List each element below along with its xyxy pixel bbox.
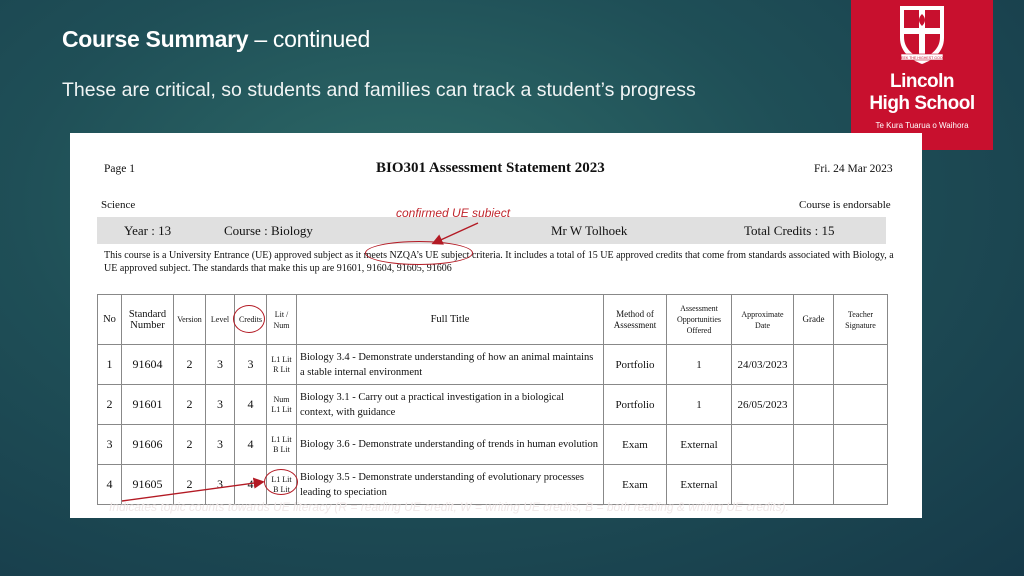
endorsable-note: Course is endorsable: [799, 199, 891, 211]
cell-no: 4: [97, 464, 122, 505]
cell-level: 3: [205, 384, 235, 425]
cell-no: 3: [97, 424, 122, 465]
table-row: 3 91606 2 3 4 L1 Lit B Lit Biology 3.6 - …: [97, 424, 888, 465]
course-name: Course : Biology: [224, 223, 313, 238]
course-info-bar: Year : 13 Course : Biology Mr W Tolhoek …: [97, 217, 886, 244]
cell-credits: 4: [234, 424, 267, 465]
header-approx-date: Approximate Date: [731, 294, 794, 345]
logo-tagline: Te Kura Tuarua o Waihora: [875, 121, 969, 130]
cell-level: 3: [205, 424, 235, 465]
cell-opportunities: External: [666, 464, 732, 505]
header-opportunities: Assessment Opportunities Offered: [666, 294, 732, 345]
cell-version: 2: [173, 384, 206, 425]
cell-version: 2: [173, 464, 206, 505]
total-credits: Total Credits : 15: [744, 223, 835, 238]
cell-standard: 91604: [121, 344, 174, 385]
ue-criteria-circle: [365, 241, 473, 265]
table-header-row: No Standard Number Version Level Credits…: [97, 294, 888, 345]
credits-header-circle: [233, 305, 265, 333]
cell-opportunities: 1: [666, 384, 732, 425]
cell-version: 2: [173, 344, 206, 385]
header-teacher-signature: Teacher Signature: [833, 294, 888, 345]
statement-date: Fri. 24 Mar 2023: [814, 163, 893, 175]
cell-grade: [793, 384, 834, 425]
logo-name-line2: High School: [869, 93, 975, 114]
department: Science: [101, 199, 136, 211]
cell-lit-num: L1 Lit R Lit: [266, 344, 297, 385]
lit-line1: L1 Lit: [271, 354, 292, 364]
lit-line1: L1 Lit: [271, 434, 292, 444]
teacher-name: Mr W Tolhoek: [551, 223, 628, 238]
lit-line2: R Lit: [273, 364, 290, 374]
crest-motto: SEEK THE HIGHEST GOOD: [899, 56, 946, 60]
cell-grade: [793, 464, 834, 505]
slide-title-rest: – continued: [248, 26, 370, 52]
cell-approx-date: 24/03/2023: [731, 344, 794, 385]
crest-icon: SEEK THE HIGHEST GOOD: [899, 6, 946, 64]
lit-line1: Num: [273, 394, 290, 404]
header-standard: Standard Number: [121, 294, 174, 345]
cell-teacher-signature: [833, 424, 888, 465]
cell-credits: 4: [234, 464, 267, 505]
cell-full-title: Biology 3.6 - Demonstrate understanding …: [296, 424, 604, 465]
cell-grade: [793, 344, 834, 385]
table-row: 2 91601 2 3 4 Num L1 Lit Biology 3.1 - Ca…: [97, 384, 888, 425]
lit-line2: L1 Lit: [271, 404, 292, 414]
statement-title: BIO301 Assessment Statement 2023: [376, 160, 605, 176]
cell-standard: 91601: [121, 384, 174, 425]
literacy-circle: [264, 469, 298, 495]
literacy-annotation: Indicates topic counts towards UE litera…: [109, 500, 789, 514]
header-method: Method of Assessment: [603, 294, 667, 345]
cell-no: 2: [97, 384, 122, 425]
cell-full-title: Biology 3.4 - Demonstrate understanding …: [296, 344, 604, 385]
header-no: No: [97, 294, 122, 345]
cell-no: 1: [97, 344, 122, 385]
cell-version: 2: [173, 424, 206, 465]
page-label: Page 1: [104, 163, 135, 175]
cell-method: Portfolio: [603, 344, 667, 385]
year-level: Year : 13: [124, 223, 172, 238]
cell-credits: 4: [234, 384, 267, 425]
cell-method: Exam: [603, 424, 667, 465]
slide-title: Course Summary – continued: [62, 26, 370, 53]
header-lit-num: Lit / Num: [266, 294, 297, 345]
cell-opportunities: 1: [666, 344, 732, 385]
cell-method: Portfolio: [603, 384, 667, 425]
cell-method: Exam: [603, 464, 667, 505]
cell-opportunities: External: [666, 424, 732, 465]
cell-level: 3: [205, 464, 235, 505]
school-logo: SEEK THE HIGHEST GOOD Lincoln High Schoo…: [851, 0, 993, 150]
lit-line2: B Lit: [273, 444, 290, 454]
cell-lit-num: L1 Lit B Lit: [266, 424, 297, 465]
cell-approx-date: [731, 464, 794, 505]
header-level: Level: [205, 294, 235, 345]
cell-lit-num: Num L1 Lit: [266, 384, 297, 425]
cell-standard: 91605: [121, 464, 174, 505]
cell-credits: 3: [234, 344, 267, 385]
table-row: 1 91604 2 3 3 L1 Lit R Lit Biology 3.4 - …: [97, 344, 888, 385]
slide-subtitle: These are critical, so students and fami…: [62, 79, 696, 101]
course-description: This course is a University Entrance (UE…: [104, 250, 894, 274]
header-full-title: Full Title: [296, 294, 604, 345]
cell-teacher-signature: [833, 464, 888, 505]
cell-approx-date: 26/05/2023: [731, 384, 794, 425]
header-grade: Grade: [793, 294, 834, 345]
assessment-statement: Page 1 BIO301 Assessment Statement 2023 …: [70, 133, 922, 518]
cell-grade: [793, 424, 834, 465]
table-row: 4 91605 2 3 4 L1 Lit B Lit Biology 3.5 - …: [97, 464, 888, 505]
cell-level: 3: [205, 344, 235, 385]
cell-full-title: Biology 3.1 - Carry out a practical inve…: [296, 384, 604, 425]
cell-standard: 91606: [121, 424, 174, 465]
standards-table: No Standard Number Version Level Credits…: [97, 294, 888, 505]
cell-teacher-signature: [833, 384, 888, 425]
cell-teacher-signature: [833, 344, 888, 385]
logo-name-line1: Lincoln: [889, 71, 955, 92]
header-version: Version: [173, 294, 206, 345]
slide-title-bold: Course Summary: [62, 26, 249, 52]
cell-full-title: Biology 3.5 - Demonstrate understanding …: [296, 464, 604, 505]
cell-approx-date: [731, 424, 794, 465]
